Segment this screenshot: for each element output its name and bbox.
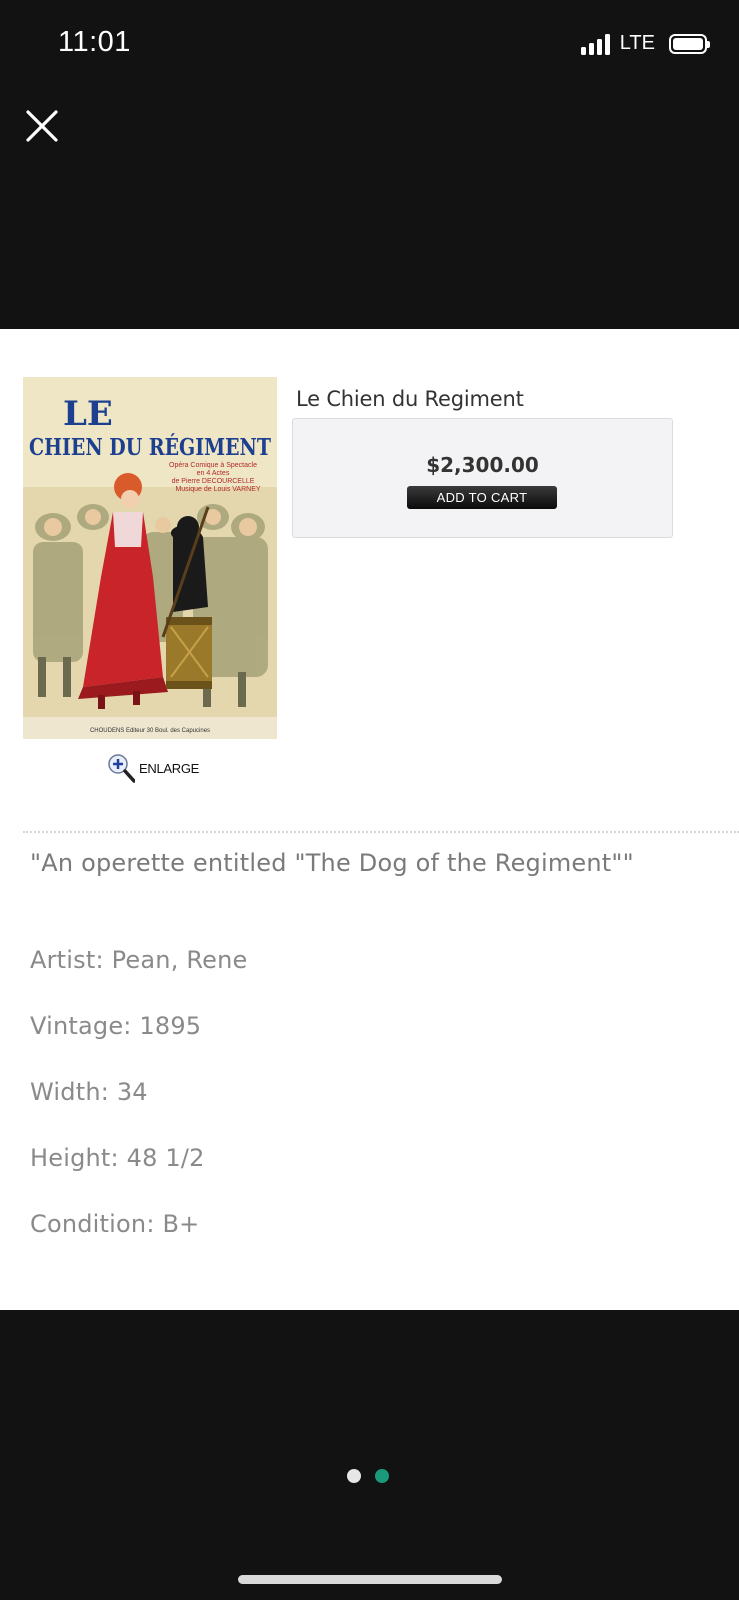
status-bar: 11:01 LTE [0,0,739,90]
spec-condition: Condition: B+ [30,1210,200,1238]
product-image[interactable]: LE CHIEN DU RÉGIMENT Opéra Comique à Spe… [23,377,277,739]
poster-printer: CHOUDENS Editeur 30 Boul. des Capucines [90,728,210,734]
price-box: $2,300.00 ADD TO CART [292,418,673,538]
zoom-in-icon [108,754,135,783]
poster-subtitle-4: Musique de Louis VARNEY [175,486,260,493]
enlarge-label: ENLARGE [139,760,200,776]
spec-vintage: Vintage: 1895 [30,1012,202,1040]
product-title: Le Chien du Regiment [296,387,524,411]
spec-width: Width: 34 [30,1078,148,1106]
close-button[interactable] [20,104,64,148]
divider [23,831,739,833]
product-description: "An operette entitled "The Dog of the Re… [30,849,634,877]
page-dot-1[interactable] [347,1469,361,1483]
poster-subtitle-3: de Pierre DECOURCELLE [172,478,255,485]
network-type: LTE [619,32,655,54]
spec-height: Height: 48 1/2 [30,1144,205,1172]
signal-icon [580,33,610,55]
page-indicator [347,1469,389,1483]
status-indicators: LTE [580,32,710,55]
add-to-cart-button[interactable]: ADD TO CART [407,486,557,509]
poster-illustration: LE CHIEN DU RÉGIMENT Opéra Comique à Spe… [23,377,277,739]
close-icon [26,110,58,142]
home-indicator[interactable] [238,1575,502,1584]
enlarge-button[interactable]: ENLARGE [107,753,199,783]
spec-artist: Artist: Pean, Rene [30,946,248,974]
product-price: $2,300.00 [426,453,539,477]
battery-icon [669,33,710,54]
poster-subtitle-1: Opéra Comique à Spectacle [169,462,257,469]
poster-subtitle-2: en 4 Actes [197,470,230,477]
poster-title-le: LE [63,394,113,434]
poster-title: CHIEN DU RÉGIMENT [29,434,271,461]
page-dot-2[interactable] [375,1469,389,1483]
product-card: LE CHIEN DU RÉGIMENT Opéra Comique à Spe… [0,329,739,1310]
status-time: 11:01 [58,26,131,58]
